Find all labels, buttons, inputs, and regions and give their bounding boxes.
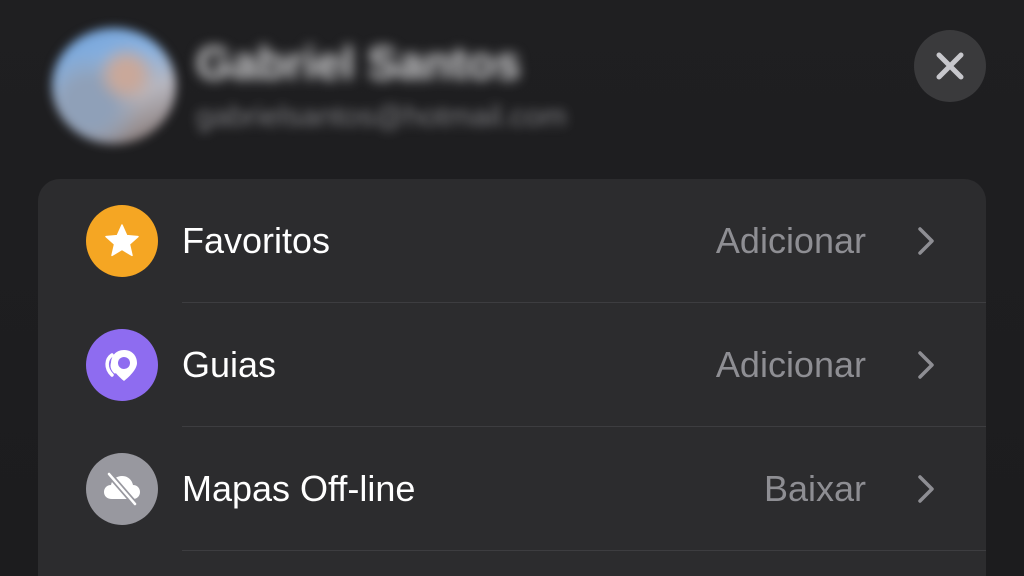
account-sheet: Gabriel Santos gabrielsantos@hotmail.com… (0, 0, 1024, 576)
download-offline-maps-action[interactable]: Baixar (764, 427, 866, 551)
guides-icon (86, 329, 158, 401)
list-item-label: Favoritos (182, 220, 331, 261)
chevron-right-icon (918, 227, 934, 255)
list-item-offline-maps[interactable]: Mapas Off-line Baixar (38, 427, 986, 551)
avatar[interactable] (52, 28, 176, 144)
list-item-guias[interactable]: Guias Adicionar (38, 303, 986, 427)
divider (182, 550, 986, 551)
star-icon (86, 205, 158, 277)
add-favorites-action[interactable]: Adicionar (716, 179, 866, 303)
list-item-label: Guias (182, 344, 277, 385)
add-guides-action[interactable]: Adicionar (716, 303, 866, 427)
cloud-offline-icon (86, 453, 158, 525)
user-email: gabrielsantos@hotmail.com (196, 100, 567, 133)
close-icon (936, 52, 964, 80)
library-list: Favoritos Adicionar Guias Adicionar Mapa… (38, 179, 986, 576)
chevron-right-icon (918, 475, 934, 503)
list-item-label: Mapas Off-line (182, 468, 416, 509)
chevron-right-icon (918, 351, 934, 379)
list-item-favoritos[interactable]: Favoritos Adicionar (38, 179, 986, 303)
user-name: Gabriel Santos (196, 37, 521, 89)
close-button[interactable] (914, 30, 986, 102)
